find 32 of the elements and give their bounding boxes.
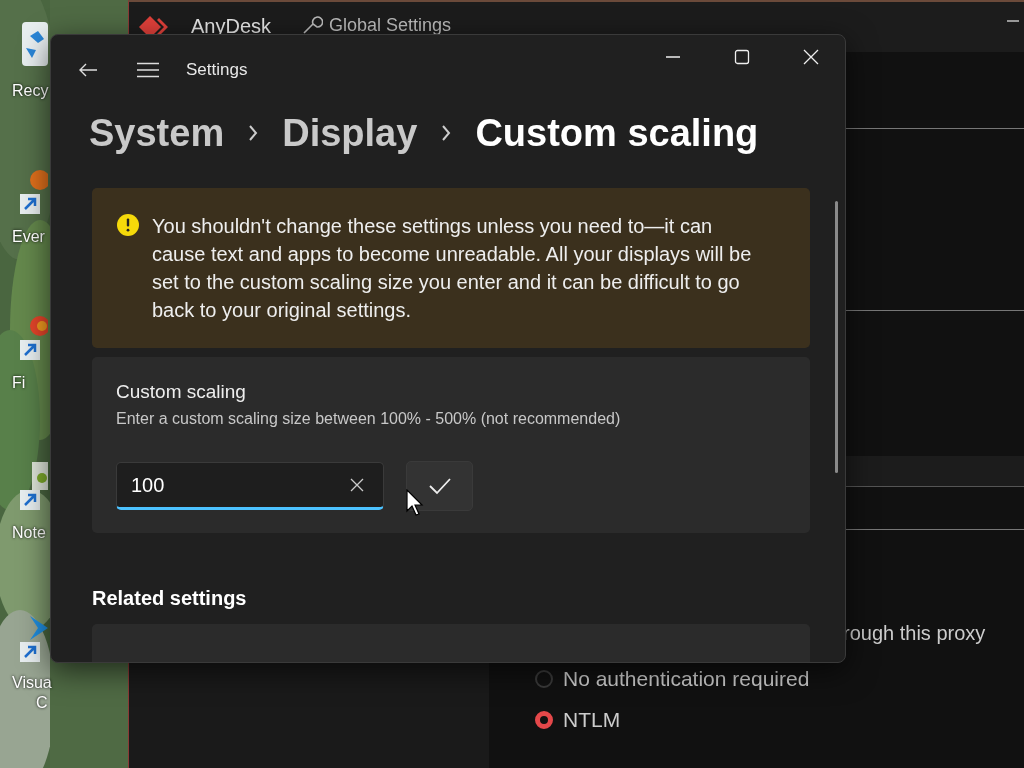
breadcrumb-link[interactable]: System	[89, 111, 225, 155]
clear-icon[interactable]	[350, 478, 364, 492]
page-title: Custom scaling	[475, 111, 759, 155]
warning-icon	[116, 213, 140, 237]
window-title: Settings	[186, 60, 248, 80]
radio-button[interactable]	[535, 711, 553, 729]
menu-icon[interactable]	[136, 62, 160, 78]
checkmark-icon	[427, 477, 452, 495]
desktop-icon-label[interactable]: Fi	[12, 374, 26, 392]
confirm-button[interactable]	[406, 461, 473, 511]
setting-description: Enter a custom scaling size between 100% - 500% (not recommended)	[116, 410, 622, 428]
setting-title: Custom scaling	[116, 381, 247, 403]
desktop-icon-label[interactable]: Ever	[12, 228, 45, 246]
wrench-icon	[301, 14, 324, 36]
section-heading: Related settings	[92, 587, 248, 610]
breadcrumb-link[interactable]: Display	[282, 111, 418, 155]
radio-button[interactable]	[535, 670, 553, 688]
scrollbar-thumb[interactable]	[835, 201, 838, 473]
maximize-icon[interactable]	[734, 49, 750, 65]
mouse-pointer-icon	[406, 489, 424, 517]
radio-label: NTLM	[563, 708, 621, 732]
close-icon[interactable]	[803, 49, 819, 65]
radio-label: No authentication required	[563, 667, 810, 691]
warning-text: You shouldn't change these settings unless you need to—it can cause text and apps to become unreadable. All your displays will be set to the custom scaling size you enter and it can be difficult to go back to your original settings.	[152, 214, 753, 323]
chevron-right-icon	[248, 124, 259, 142]
back-arrow-icon[interactable]	[78, 62, 98, 78]
desktop-icon-label[interactable]: Note	[12, 524, 46, 542]
scaling-input-field[interactable]: 100	[116, 462, 384, 510]
tab[interactable]: Global Settings	[301, 14, 452, 36]
chevron-right-icon	[441, 124, 452, 142]
desktop-icon-label[interactable]: Recy	[12, 82, 49, 100]
app-title: AnyDesk	[191, 14, 272, 36]
